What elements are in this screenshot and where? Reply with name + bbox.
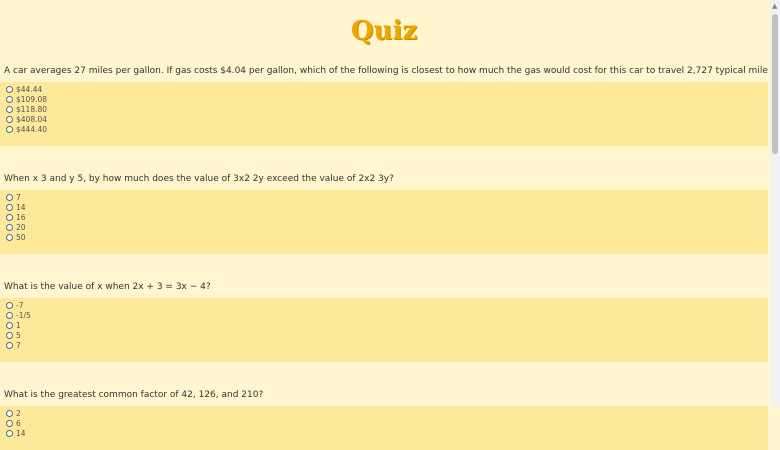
option-label: 14 [16, 202, 26, 212]
option-label: 1 [16, 320, 21, 330]
answer-option[interactable]: $408.04 [6, 114, 762, 124]
answer-option[interactable]: 20 [6, 222, 762, 232]
question-text: A car averages 27 miles per gallon. If g… [4, 66, 768, 76]
answer-option[interactable]: 14 [6, 428, 762, 438]
answer-option[interactable]: 1 [6, 320, 762, 330]
radio-button[interactable] [6, 419, 13, 427]
answer-options: 2 6 14 [0, 406, 768, 450]
answer-option[interactable]: $44.44 [6, 84, 762, 94]
radio-button[interactable] [6, 311, 13, 319]
radio-button[interactable] [6, 429, 13, 437]
radio-button[interactable] [6, 301, 13, 309]
answer-option[interactable]: $109.08 [6, 94, 762, 104]
radio-button[interactable] [6, 321, 13, 329]
answer-option[interactable]: 5 [6, 330, 762, 340]
answer-option[interactable]: 7 [6, 340, 762, 350]
answer-options: -7 -1/5 1 5 7 [0, 298, 768, 362]
answer-option[interactable]: 6 [6, 418, 762, 428]
quiz-title: Quiz [350, 16, 418, 46]
radio-button[interactable] [6, 85, 13, 93]
option-label: 2 [16, 408, 21, 418]
answer-option[interactable]: 16 [6, 212, 762, 222]
radio-button[interactable] [6, 203, 13, 211]
radio-button[interactable] [6, 331, 13, 339]
option-label: $408.04 [16, 114, 48, 124]
radio-button[interactable] [6, 115, 13, 123]
radio-button[interactable] [6, 341, 13, 349]
scrollbar-thumb[interactable] [772, 14, 778, 154]
option-label: 16 [16, 212, 26, 222]
radio-button[interactable] [6, 95, 13, 103]
answer-options: 7 14 16 20 50 [0, 190, 768, 254]
answer-option[interactable]: $118.80 [6, 104, 762, 114]
quiz-page: Quiz A car averages 27 miles per gallon.… [0, 0, 768, 450]
answer-option[interactable]: -7 [6, 300, 762, 310]
radio-button[interactable] [6, 213, 13, 221]
question-text: What is the greatest common factor of 42… [4, 390, 264, 400]
chevron-up-icon[interactable]: ▲ [772, 2, 777, 10]
answer-options: $44.44 $109.08 $118.80 $408.04 $444.40 [0, 82, 768, 146]
option-label: $118.80 [16, 104, 48, 114]
radio-button[interactable] [6, 125, 13, 133]
answer-option[interactable]: -1/5 [6, 310, 762, 320]
option-label: 6 [16, 418, 21, 428]
option-label: -1/5 [16, 310, 31, 320]
answer-option[interactable]: $444.40 [6, 124, 762, 134]
option-label: $444.40 [16, 124, 48, 134]
radio-button[interactable] [6, 409, 13, 417]
answer-option[interactable]: 50 [6, 232, 762, 242]
answer-option[interactable]: 7 [6, 192, 762, 202]
option-label: 7 [16, 340, 21, 350]
question-4: What is the greatest common factor of 42… [0, 384, 768, 450]
question-text: When x 3 and y 5, by how much does the v… [4, 174, 394, 184]
radio-button[interactable] [6, 223, 13, 231]
question-3: What is the value of x when 2x + 3 = 3x … [0, 276, 768, 362]
option-label: -7 [16, 300, 24, 310]
option-label: 7 [16, 192, 21, 202]
option-label: $109.08 [16, 94, 48, 104]
answer-option[interactable]: 2 [6, 408, 762, 418]
answer-option[interactable]: 14 [6, 202, 762, 212]
question-2: When x 3 and y 5, by how much does the v… [0, 168, 768, 254]
radio-button[interactable] [6, 105, 13, 113]
radio-button[interactable] [6, 233, 13, 241]
radio-button[interactable] [6, 193, 13, 201]
vertical-scrollbar[interactable]: ▲ [770, 0, 780, 407]
option-label: 5 [16, 330, 21, 340]
option-label: $44.44 [16, 84, 43, 94]
option-label: 50 [16, 232, 26, 242]
question-text: What is the value of x when 2x + 3 = 3x … [4, 282, 211, 292]
option-label: 20 [16, 222, 26, 232]
option-label: 14 [16, 428, 26, 438]
question-1: A car averages 27 miles per gallon. If g… [0, 60, 768, 146]
